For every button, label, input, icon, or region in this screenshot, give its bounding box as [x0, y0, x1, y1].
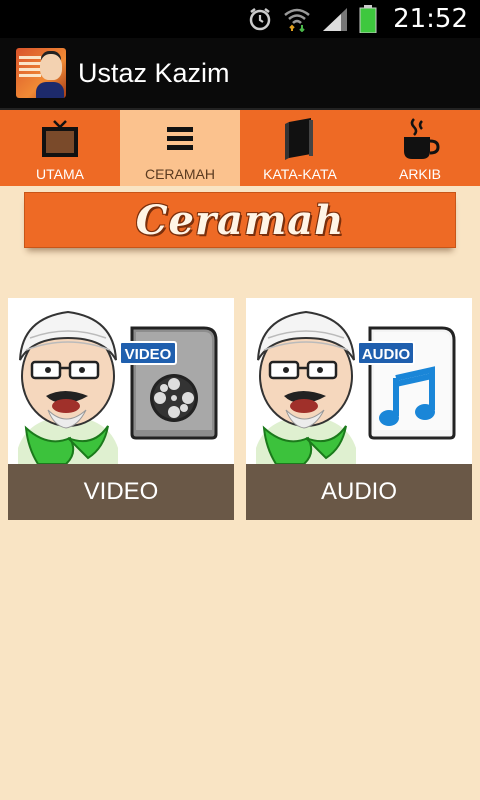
audio-card-art: AUDIO [246, 298, 472, 465]
status-bar: 21:52 [0, 0, 480, 38]
audio-card[interactable]: AUDIO AUDIO [246, 298, 472, 520]
clock: 21:52 [393, 4, 468, 34]
app-title: Ustaz Kazim [78, 57, 230, 88]
film-reel-icon [150, 374, 198, 422]
video-card-art: VIDEO [8, 298, 234, 465]
video-file-icon: VIDEO [119, 326, 218, 440]
ustaz-cartoon-icon [18, 310, 118, 465]
tab-label: ARKIB [398, 166, 441, 182]
section-banner: Ceramah [24, 192, 456, 254]
video-card-label: VIDEO [8, 464, 234, 520]
menu-lines-icon [165, 116, 195, 162]
tab-utama[interactable]: UTAMA [0, 110, 120, 186]
tab-ceramah[interactable]: CERAMAH [120, 110, 240, 186]
tab-bar: UTAMA CERAMAH KATA-KATA ARKIB [0, 110, 480, 186]
audio-badge: AUDIO [362, 346, 411, 363]
tab-label: CERAMAH [144, 166, 215, 182]
tab-label: KATA-KATA [263, 166, 337, 182]
action-bar: Ustaz Kazim [0, 38, 480, 110]
video-card[interactable]: VIDEO VIDEO [8, 298, 234, 520]
tab-kata-kata[interactable]: KATA-KATA [240, 110, 360, 186]
audio-card-label: AUDIO [246, 464, 472, 520]
audio-file-icon: AUDIO [357, 326, 456, 440]
battery-icon [359, 5, 377, 33]
app-logo[interactable] [16, 48, 66, 98]
video-badge: VIDEO [125, 346, 172, 363]
tab-arkib[interactable]: ARKIB [360, 110, 480, 186]
ustaz-cartoon-icon [256, 310, 356, 465]
wifi-icon [283, 6, 311, 32]
tab-label: UTAMA [36, 166, 84, 182]
coffee-cup-icon [400, 116, 440, 162]
signal-icon [321, 6, 349, 32]
alarm-icon [247, 6, 273, 32]
tv-icon [40, 116, 80, 162]
book-icon [283, 116, 317, 162]
section-title: Ceramah [135, 196, 345, 244]
